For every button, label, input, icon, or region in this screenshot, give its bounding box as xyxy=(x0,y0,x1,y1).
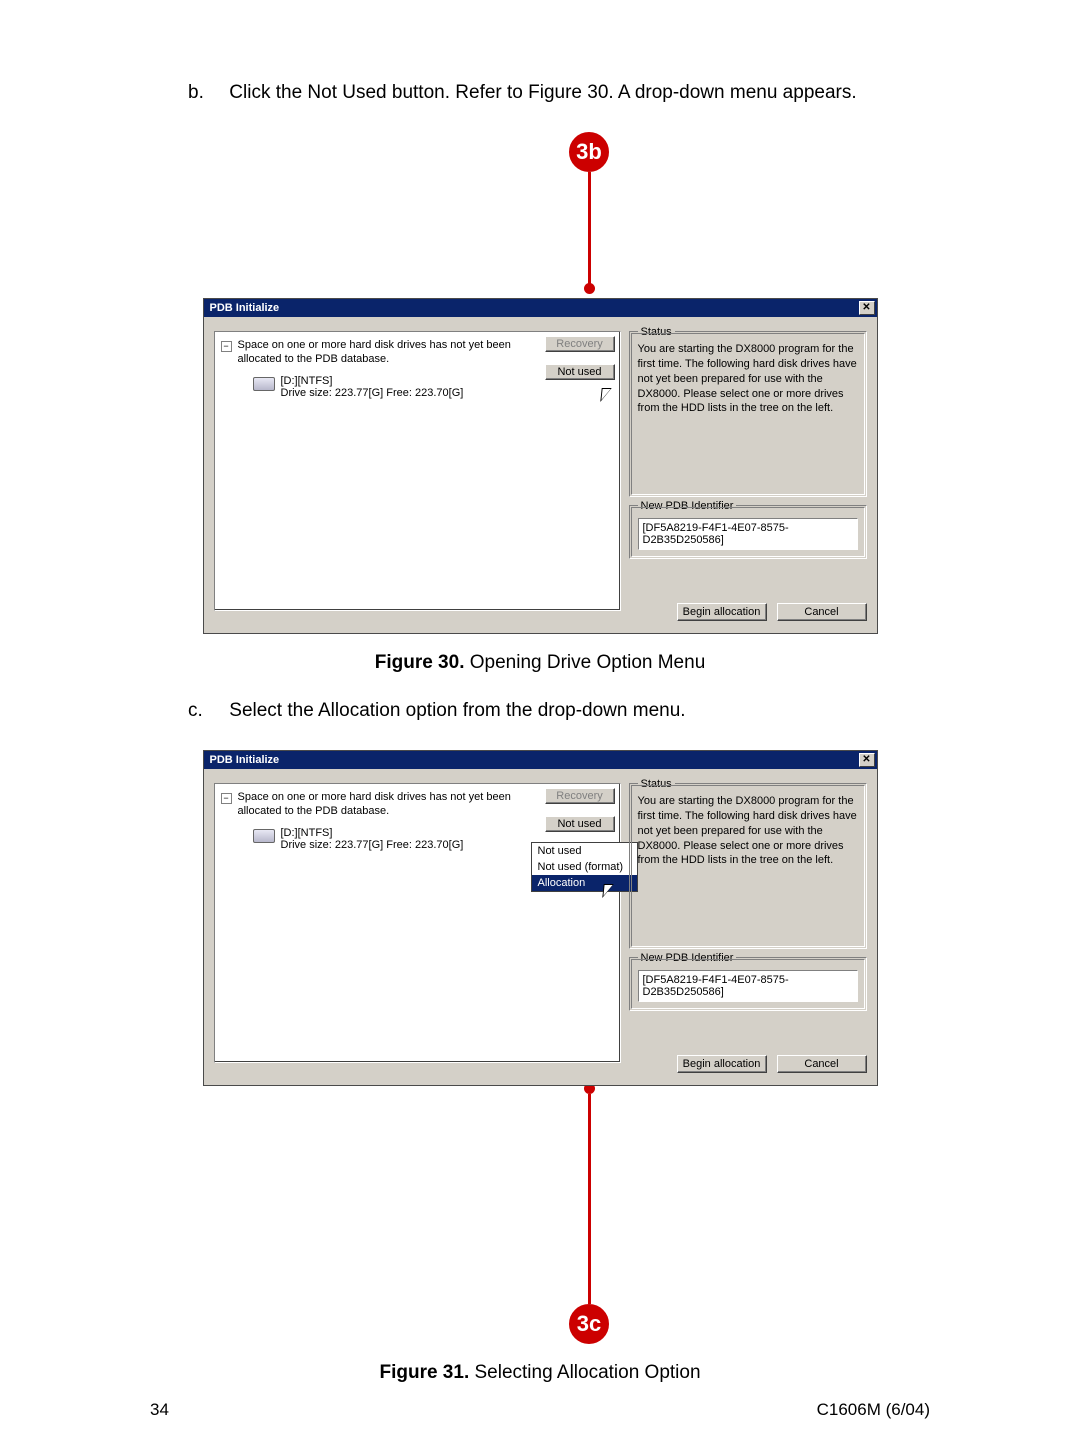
recovery-button[interactable]: Recovery xyxy=(545,336,615,352)
drive-item[interactable]: [D:][NTFS] Drive size: 223.77[G] Free: 2… xyxy=(253,375,539,399)
not-used-button-2[interactable]: Not used xyxy=(545,816,615,832)
tree-root-text-2: Space on one or more hard disk drives ha… xyxy=(238,790,537,819)
dialog-title: PDB Initialize xyxy=(210,302,280,314)
status-legend-2: Status xyxy=(638,778,675,790)
step-b-letter: b. xyxy=(188,82,224,104)
dropdown-item-not-used-format[interactable]: Not used (format) xyxy=(532,859,637,875)
status-legend: Status xyxy=(638,326,675,338)
step-b: b. Click the Not Used button. Refer to F… xyxy=(188,82,930,104)
pdb-id-fieldset: New PDB Identifier [DF5A8219-F4F1-4E07-8… xyxy=(629,505,867,559)
begin-allocation-button[interactable]: Begin allocation xyxy=(677,603,767,621)
collapse-icon[interactable]: − xyxy=(221,341,232,352)
step-b-text: Click the Not Used button. Refer to Figu… xyxy=(229,82,856,103)
callout-3c: 3c xyxy=(248,1084,930,1344)
page-footer: 34 C1606M (6/04) xyxy=(0,1400,1080,1450)
figure-30-rest: Opening Drive Option Menu xyxy=(464,652,705,673)
doc-id: C1606M (6/04) xyxy=(817,1400,930,1420)
pdb-id-legend: New PDB Identifier xyxy=(638,500,737,512)
pdb-id-legend-2: New PDB Identifier xyxy=(638,952,737,964)
figure-30-caption: Figure 30. Opening Drive Option Menu xyxy=(150,652,930,674)
step-c: c. Select the Allocation option from the… xyxy=(188,700,930,722)
not-used-dropdown[interactable]: Not used Not used (format) Allocation xyxy=(531,842,638,892)
drive-label: [D:][NTFS] xyxy=(281,375,464,387)
collapse-icon-2[interactable]: − xyxy=(221,793,232,804)
drive-tree[interactable]: − Space on one or more hard disk drives … xyxy=(214,331,621,611)
figure-31-caption: Figure 31. Selecting Allocation Option xyxy=(150,1362,930,1384)
drive-stats: Drive size: 223.77[G] Free: 223.70[G] xyxy=(281,387,464,399)
disk-icon-2 xyxy=(253,829,275,843)
pdb-initialize-dialog: PDB Initialize ✕ − Space on one or more … xyxy=(203,298,878,634)
figure-31-rest: Selecting Allocation Option xyxy=(469,1362,700,1383)
figure-30-bold: Figure 30. xyxy=(375,652,465,673)
drive-label-2: [D:][NTFS] xyxy=(281,827,464,839)
pdb-initialize-dialog-2: PDB Initialize ✕ − Space on one or more … xyxy=(203,750,878,1086)
status-text-2: You are starting the DX8000 program for … xyxy=(638,794,858,868)
tree-root-text: Space on one or more hard disk drives ha… xyxy=(238,338,537,367)
cancel-button[interactable]: Cancel xyxy=(777,603,867,621)
cancel-button-2[interactable]: Cancel xyxy=(777,1055,867,1073)
callout-3b-label: 3b xyxy=(569,132,609,172)
recovery-button-2[interactable]: Recovery xyxy=(545,788,615,804)
dialog-titlebar: PDB Initialize ✕ xyxy=(204,299,877,317)
status-fieldset-2: Status You are starting the DX8000 progr… xyxy=(629,783,867,949)
not-used-button[interactable]: Not used xyxy=(545,364,615,380)
drive-tree-2[interactable]: − Space on one or more hard disk drives … xyxy=(214,783,621,1063)
close-icon-2: ✕ xyxy=(862,755,870,765)
callout-3c-label: 3c xyxy=(569,1304,609,1344)
drive-item-2[interactable]: [D:][NTFS] Drive size: 223.77[G] Free: 2… xyxy=(253,827,539,851)
close-button[interactable]: ✕ xyxy=(859,301,875,315)
callout-3b: 3b xyxy=(248,132,930,294)
pdb-id-value-2: [DF5A8219-F4F1-4E07-8575-D2B35D250586] xyxy=(638,970,858,1002)
dialog-title-2: PDB Initialize xyxy=(210,754,280,766)
status-fieldset: Status You are starting the DX8000 progr… xyxy=(629,331,867,497)
step-c-text: Select the Allocation option from the dr… xyxy=(229,700,685,721)
dropdown-item-allocation[interactable]: Allocation xyxy=(532,875,637,891)
page-number: 34 xyxy=(150,1400,169,1420)
close-icon: ✕ xyxy=(862,303,870,313)
dropdown-item-not-used[interactable]: Not used xyxy=(532,843,637,859)
step-c-letter: c. xyxy=(188,700,224,722)
close-button-2[interactable]: ✕ xyxy=(859,753,875,767)
dialog-titlebar-2: PDB Initialize ✕ xyxy=(204,751,877,769)
disk-icon xyxy=(253,377,275,391)
drive-stats-2: Drive size: 223.77[G] Free: 223.70[G] xyxy=(281,839,464,851)
status-text: You are starting the DX8000 program for … xyxy=(638,342,858,416)
pdb-id-fieldset-2: New PDB Identifier [DF5A8219-F4F1-4E07-8… xyxy=(629,957,867,1011)
figure-31-bold: Figure 31. xyxy=(379,1362,469,1383)
pdb-id-value: [DF5A8219-F4F1-4E07-8575-D2B35D250586] xyxy=(638,518,858,550)
begin-allocation-button-2[interactable]: Begin allocation xyxy=(677,1055,767,1073)
